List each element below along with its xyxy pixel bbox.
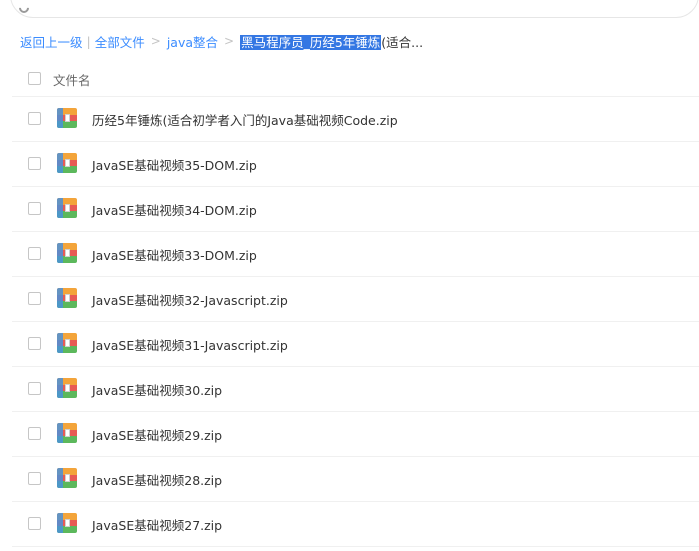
row-checkbox[interactable] bbox=[28, 247, 41, 260]
zip-archive-icon bbox=[57, 153, 77, 173]
file-list-header: 文件名 bbox=[12, 62, 699, 97]
row-checkbox[interactable] bbox=[28, 202, 41, 215]
zip-archive-icon bbox=[57, 333, 77, 353]
file-row[interactable]: JavaSE基础视频31-Javascript.zip bbox=[12, 322, 699, 367]
back-link[interactable]: 返回上一级 bbox=[20, 32, 83, 51]
zip-archive-icon bbox=[57, 108, 77, 128]
breadcrumb-all-files[interactable]: 全部文件 bbox=[95, 32, 145, 51]
row-checkbox[interactable] bbox=[28, 472, 41, 485]
file-browser: 返回上一级 | 全部文件 > java整合 > 黑马程序员_历经5年锤炼(适合.… bbox=[0, 0, 699, 551]
search-icon[interactable] bbox=[16, 0, 32, 16]
zip-archive-icon bbox=[57, 423, 77, 443]
row-checkbox[interactable] bbox=[28, 112, 41, 125]
breadcrumb-current-rest: (适合... bbox=[381, 34, 424, 50]
breadcrumb-separator-icon: > bbox=[150, 34, 161, 48]
breadcrumb: 返回上一级 | 全部文件 > java整合 > 黑马程序员_历经5年锤炼(适合.… bbox=[20, 32, 423, 50]
file-row[interactable]: JavaSE基础视频33-DOM.zip bbox=[12, 232, 699, 277]
file-row[interactable]: JavaSE基础视频35-DOM.zip bbox=[12, 142, 699, 187]
zip-archive-icon bbox=[57, 288, 77, 308]
file-row[interactable]: JavaSE基础视频32-Javascript.zip bbox=[12, 277, 699, 322]
file-name[interactable]: JavaSE基础视频27.zip bbox=[92, 515, 222, 534]
file-row[interactable]: JavaSE基础视频27.zip bbox=[12, 502, 699, 547]
file-row[interactable]: JavaSE基础视频34-DOM.zip bbox=[12, 187, 699, 232]
file-name[interactable]: JavaSE基础视频30.zip bbox=[92, 380, 222, 399]
zip-archive-icon bbox=[57, 468, 77, 488]
row-checkbox[interactable] bbox=[28, 292, 41, 305]
breadcrumb-separator-icon: > bbox=[224, 34, 235, 48]
breadcrumb-divider: | bbox=[86, 33, 91, 49]
file-row[interactable]: 历经5年锤炼(适合初学者入门的Java基础视频Code.zip bbox=[12, 97, 699, 142]
zip-archive-icon bbox=[57, 378, 77, 398]
file-name[interactable]: JavaSE基础视频32-Javascript.zip bbox=[92, 290, 288, 309]
row-checkbox[interactable] bbox=[28, 337, 41, 350]
file-name[interactable]: JavaSE基础视频33-DOM.zip bbox=[92, 245, 257, 264]
row-checkbox[interactable] bbox=[28, 517, 41, 530]
column-header-filename[interactable]: 文件名 bbox=[53, 70, 91, 89]
zip-archive-icon bbox=[57, 198, 77, 218]
file-name[interactable]: JavaSE基础视频29.zip bbox=[92, 425, 222, 444]
zip-archive-icon bbox=[57, 513, 77, 533]
file-name[interactable]: JavaSE基础视频28.zip bbox=[92, 470, 222, 489]
file-name[interactable]: 历经5年锤炼(适合初学者入门的Java基础视频Code.zip bbox=[92, 110, 398, 129]
zip-archive-icon bbox=[57, 243, 77, 263]
row-checkbox[interactable] bbox=[28, 427, 41, 440]
select-all-checkbox[interactable] bbox=[28, 72, 41, 85]
file-row[interactable]: JavaSE基础视频28.zip bbox=[12, 457, 699, 502]
breadcrumb-folder-java[interactable]: java整合 bbox=[167, 32, 218, 51]
row-checkbox[interactable] bbox=[28, 157, 41, 170]
file-row[interactable]: JavaSE基础视频30.zip bbox=[12, 367, 699, 412]
row-checkbox[interactable] bbox=[28, 382, 41, 395]
file-name[interactable]: JavaSE基础视频31-Javascript.zip bbox=[92, 335, 288, 354]
breadcrumb-current-selected-text: 黑马程序员_历经5年锤炼 bbox=[240, 34, 382, 50]
file-row[interactable]: JavaSE基础视频29.zip bbox=[12, 412, 699, 457]
file-name[interactable]: JavaSE基础视频35-DOM.zip bbox=[92, 155, 257, 174]
breadcrumb-current-folder: 黑马程序员_历经5年锤炼(适合... bbox=[240, 32, 423, 51]
search-bar[interactable] bbox=[10, 0, 699, 18]
file-name[interactable]: JavaSE基础视频34-DOM.zip bbox=[92, 200, 257, 219]
